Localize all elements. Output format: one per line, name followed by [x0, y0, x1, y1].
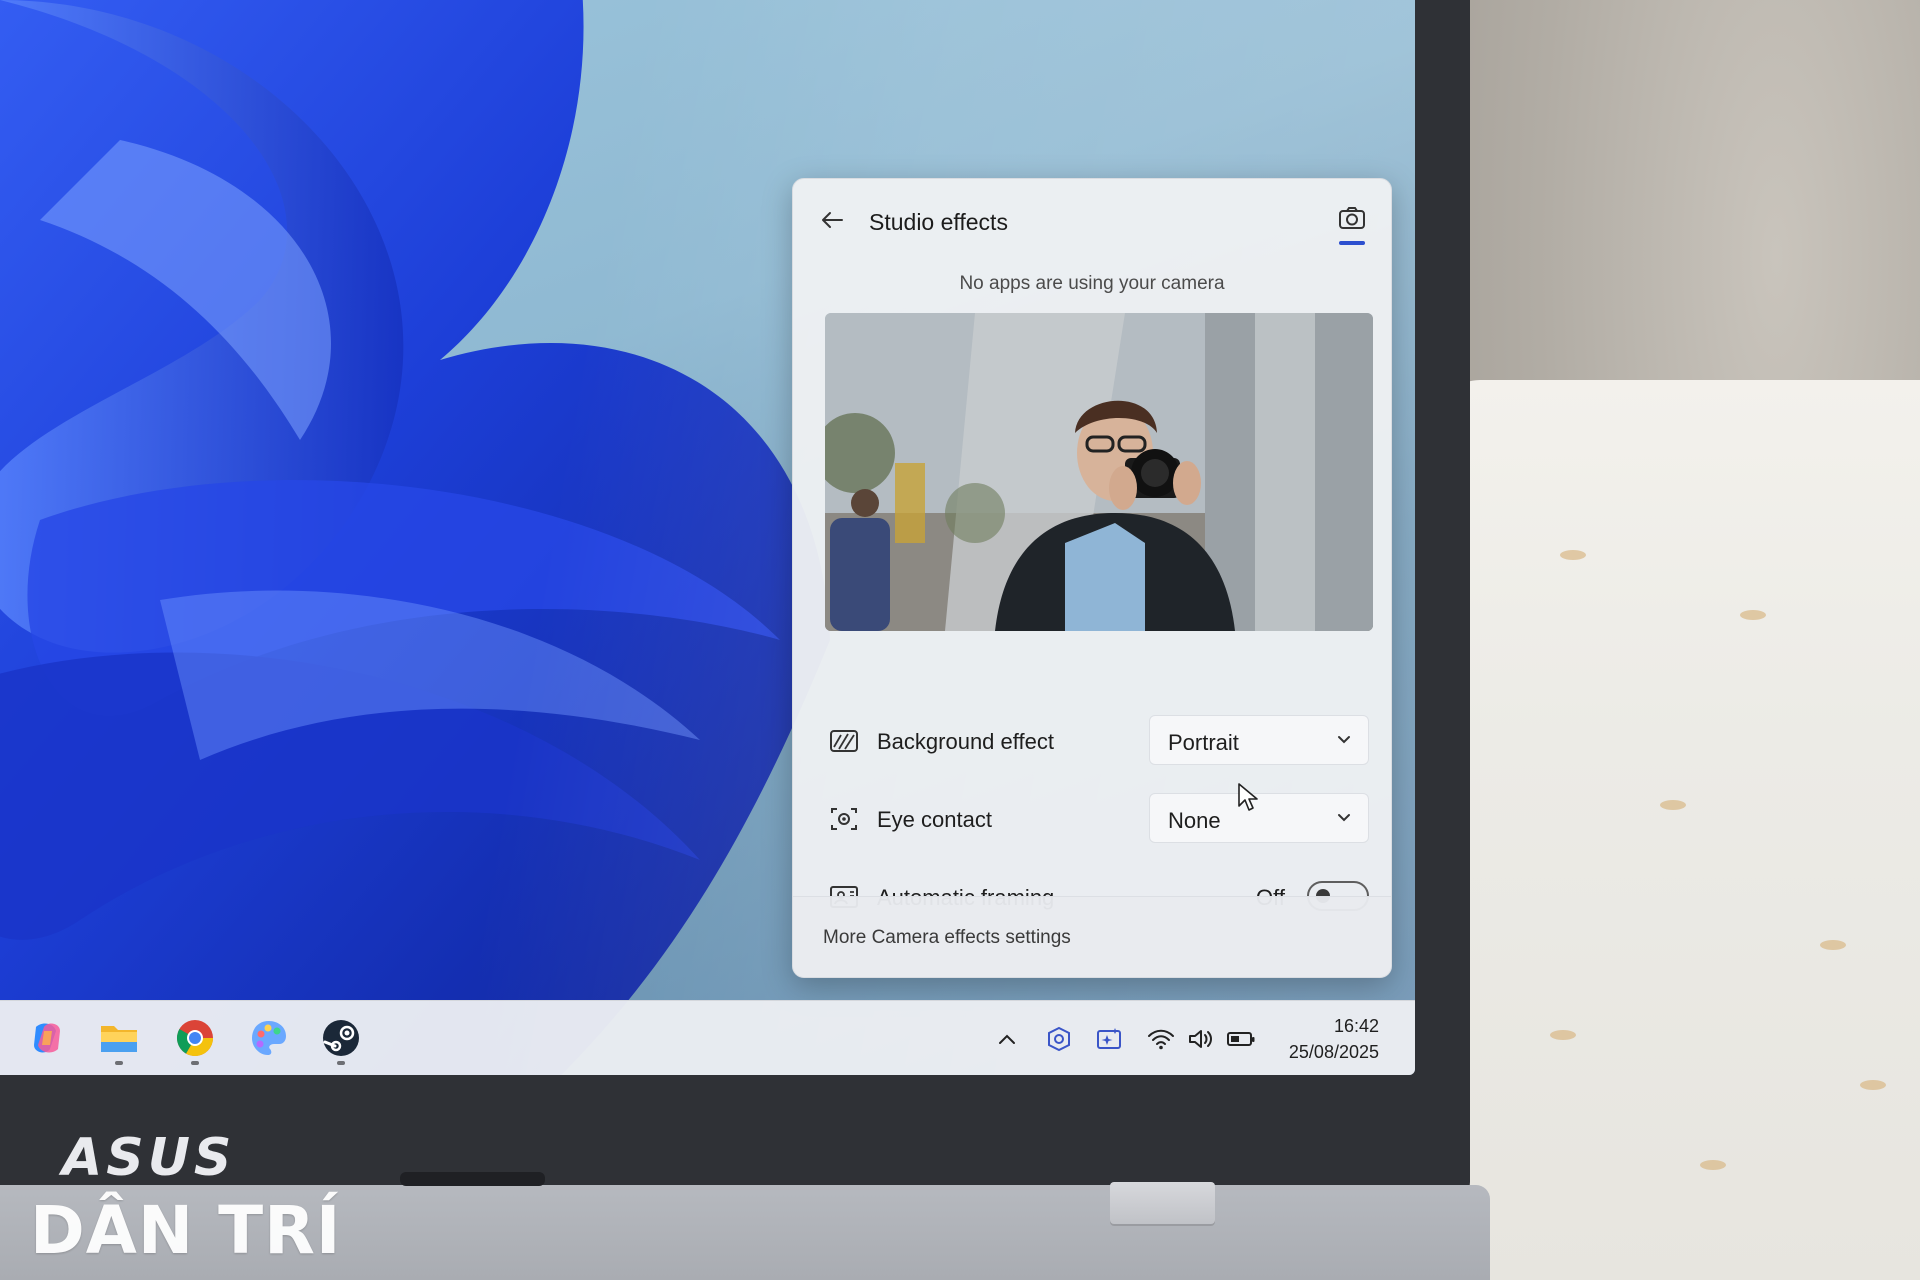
file-explorer-button[interactable] — [98, 1017, 140, 1065]
network-button[interactable] — [1146, 1025, 1176, 1053]
eye-contact-value: None — [1168, 808, 1221, 833]
camera-indicator — [1339, 241, 1365, 245]
running-indicator — [115, 1061, 123, 1065]
paint-button[interactable] — [248, 1017, 290, 1059]
eye-contact-dropdown[interactable]: None — [1149, 793, 1369, 843]
setting-row-background-effect: Background effect Portrait — [829, 711, 1369, 771]
chevron-down-icon — [1338, 736, 1350, 744]
taskbar: 16:42 25/08/2025 — [0, 1000, 1415, 1075]
volume-button[interactable] — [1186, 1025, 1216, 1053]
background-effect-value: Portrait — [1168, 730, 1239, 755]
copilot-icon — [34, 1023, 60, 1053]
eye-contact-icon — [831, 808, 857, 830]
copilot-button[interactable] — [26, 1017, 68, 1059]
flyout-header: Studio effects — [793, 179, 1391, 255]
running-indicator — [337, 1061, 345, 1065]
background-effect-dropdown[interactable]: Portrait — [1149, 715, 1369, 765]
steam-button[interactable] — [320, 1017, 362, 1065]
back-arrow-icon — [822, 212, 843, 228]
screen: Studio effects No apps are using your ca… — [0, 0, 1415, 1075]
background-effect-label: Background effect — [877, 729, 1054, 754]
flyout-title: Studio effects — [869, 209, 1008, 235]
camera-button[interactable] — [1335, 201, 1369, 235]
chrome-icon — [176, 1020, 213, 1057]
file-explorer-icon — [101, 1026, 137, 1052]
brand-logo: ASUS — [62, 1128, 236, 1188]
clock-time: 16:42 — [1333, 1016, 1379, 1036]
more-camera-effects-link[interactable]: More Camera effects settings — [823, 927, 1071, 949]
taskbar-clock[interactable]: 16:42 25/08/2025 — [1289, 1013, 1379, 1065]
studio-effects-flyout: Studio effects No apps are using your ca… — [792, 178, 1392, 978]
running-indicator — [191, 1061, 199, 1065]
battery-button[interactable] — [1226, 1025, 1256, 1053]
eye-contact-label: Eye contact — [877, 807, 992, 832]
paint-icon — [252, 1021, 286, 1055]
camera-status: No apps are using your camera — [959, 273, 1225, 294]
wallpaper-bloom — [0, 0, 830, 1075]
flyout-footer: More Camera effects settings — [793, 896, 1391, 977]
mouse-cursor-icon — [1238, 783, 1258, 811]
wifi-icon — [1148, 1029, 1174, 1050]
table-surface — [1440, 380, 1920, 1280]
chrome-button[interactable] — [174, 1017, 216, 1065]
setting-row-eye-contact: Eye contact None — [829, 789, 1369, 849]
chevron-down-icon — [1338, 814, 1350, 822]
preview-image — [825, 313, 1373, 631]
clock-date: 25/08/2025 — [1288, 1042, 1379, 1062]
lid-tab — [1110, 1182, 1215, 1226]
camera-icon — [1339, 207, 1365, 229]
watermark: DÂN TRÍ — [30, 1192, 342, 1269]
steam-icon — [323, 1020, 359, 1056]
battery-icon — [1227, 1032, 1255, 1046]
shield-icon — [1048, 1026, 1070, 1052]
camera-preview — [825, 313, 1373, 631]
back-button[interactable] — [817, 205, 847, 235]
chevron-up-icon — [999, 1034, 1015, 1044]
background-effect-icon — [830, 730, 858, 752]
studio-effects-tray-button[interactable] — [1094, 1025, 1124, 1053]
speaker-slot — [400, 1172, 545, 1186]
volume-icon — [1189, 1030, 1212, 1048]
security-tray-button[interactable] — [1044, 1025, 1074, 1053]
show-hidden-icons-button[interactable] — [992, 1025, 1022, 1053]
studio-effects-icon — [1097, 1028, 1121, 1049]
